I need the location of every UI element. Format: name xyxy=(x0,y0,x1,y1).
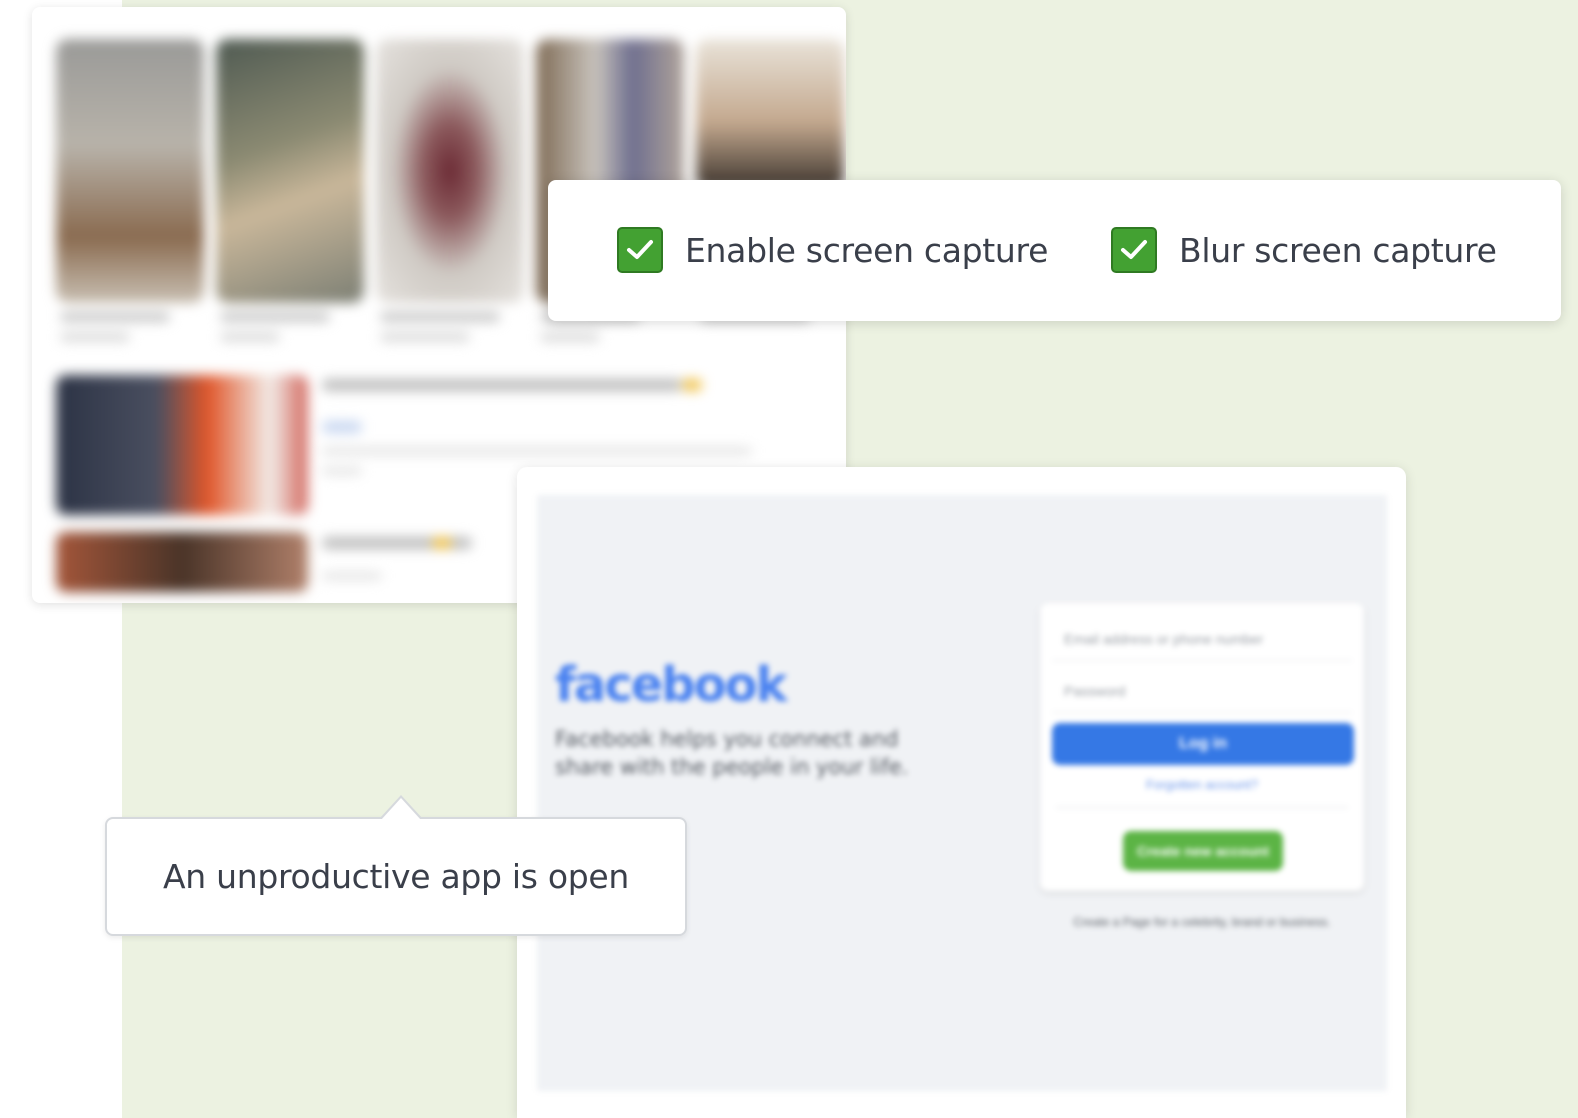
feed-pin-image xyxy=(376,39,524,303)
facebook-form-divider xyxy=(1056,807,1348,808)
blur-screen-capture-label: Blur screen capture xyxy=(1179,230,1497,270)
enable-screen-capture-option[interactable]: Enable screen capture xyxy=(617,225,1048,275)
feed-caption-bar xyxy=(220,312,330,322)
feed-story-thumbnail xyxy=(56,375,308,515)
facebook-logo: facebook xyxy=(555,657,788,713)
unproductive-app-tooltip: An unproductive app is open xyxy=(105,795,687,936)
feed-caption-bar xyxy=(60,312,170,322)
enable-screen-capture-checkbox[interactable] xyxy=(617,227,663,273)
checkmark-icon xyxy=(627,240,653,259)
feed-caption-bar xyxy=(380,312,500,322)
feed-story-text xyxy=(322,447,752,455)
feed-pin-image xyxy=(56,39,204,303)
facebook-password-field: Password xyxy=(1052,669,1352,713)
facebook-forgot-link: Forgotten account? xyxy=(1145,777,1259,792)
facebook-login-button: Log in xyxy=(1052,723,1354,765)
facebook-email-field: Email address or phone number xyxy=(1052,617,1352,661)
facebook-footer-text: Create a Page for a celebrity, brand or … xyxy=(1073,915,1331,929)
feed-caption-bar xyxy=(540,332,600,342)
enable-screen-capture-label: Enable screen capture xyxy=(685,230,1049,270)
checkmark-icon xyxy=(1121,240,1147,259)
facebook-login-page: facebook Facebook helps you connect and … xyxy=(537,495,1387,1091)
blur-screen-capture-option[interactable]: Blur screen capture xyxy=(1111,225,1497,275)
feed-story-thumbnail xyxy=(56,532,308,592)
blur-screen-capture-checkbox[interactable] xyxy=(1111,227,1157,273)
feed-pin-image xyxy=(216,39,364,303)
blurred-facebook-capture: facebook Facebook helps you connect and … xyxy=(517,467,1406,1118)
feed-story-text xyxy=(322,379,682,391)
feed-story-text xyxy=(322,467,362,475)
feed-story-text xyxy=(322,572,382,580)
facebook-login-form: Email address or phone number Password L… xyxy=(1040,603,1364,891)
feed-story-text xyxy=(682,379,702,391)
facebook-tagline: Facebook helps you connect and share wit… xyxy=(555,727,909,779)
feed-caption-bar xyxy=(380,332,470,342)
tooltip-message: An unproductive app is open xyxy=(163,857,629,896)
feed-caption-bar xyxy=(60,332,130,342)
feed-pin-image xyxy=(696,39,844,189)
facebook-create-account-button: Create new account xyxy=(1123,831,1283,871)
feed-story-text xyxy=(322,421,362,433)
tooltip-arrow-fill xyxy=(381,798,421,820)
feed-story-text xyxy=(432,537,452,549)
feed-caption-bar xyxy=(220,332,280,342)
capture-settings-panel: Enable screen capture Blur screen captur… xyxy=(548,180,1561,321)
